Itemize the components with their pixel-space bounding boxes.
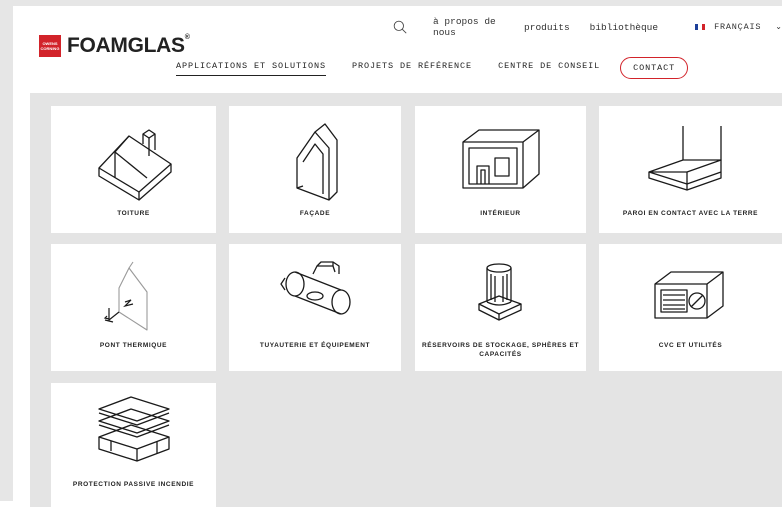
french-flag-icon: [695, 24, 706, 30]
thermal-bridge-icon: [103, 261, 148, 331]
tile-label: FAÇADE: [299, 210, 331, 217]
products-link[interactable]: produits: [524, 22, 570, 33]
piping-icon: [280, 261, 351, 315]
contact-button[interactable]: CONTACT: [620, 57, 689, 79]
owens-corning-badge: OWENS CORNING: [39, 35, 61, 57]
tile-label: PAROI EN CONTACT AVEC LA TERRE: [622, 210, 759, 217]
nav-advice-center[interactable]: CENTRE DE CONSEIL: [498, 61, 600, 75]
chevron-down-icon: ⌄: [775, 23, 782, 32]
facade-icon: [296, 123, 338, 201]
roof-icon: [98, 129, 172, 201]
search-icon[interactable]: [393, 18, 407, 36]
nav-references[interactable]: PROJETS DE RÉFÉRENCE: [352, 61, 472, 75]
tile-label: TOITURE: [117, 210, 150, 217]
tile-label: INTÉRIEUR: [480, 210, 521, 217]
tile-label: PROTECTION PASSIVE INCENDIE: [72, 481, 195, 488]
language-label: FRANÇAIS: [714, 22, 762, 32]
tile-facade[interactable]: FAÇADE: [229, 106, 401, 233]
tile-interior[interactable]: INTÉRIEUR: [415, 106, 586, 233]
ground-wall-icon: [648, 126, 722, 191]
fire-protection-icon: [98, 396, 170, 462]
tile-label: RÉSERVOIRS DE STOCKAGE, SPHÈRES ET CAPAC…: [421, 342, 580, 358]
main-nav: APPLICATIONS ET SOLUTIONS PROJETS DE RÉF…: [176, 57, 689, 79]
utility-nav: à propos de nous produits bibliothèque F…: [393, 16, 782, 38]
tile-storage-tanks[interactable]: RÉSERVOIRS DE STOCKAGE, SPHÈRES ET CAPAC…: [415, 244, 586, 371]
tile-hvac[interactable]: CVC ET UTILITÉS: [599, 244, 782, 371]
library-link[interactable]: bibliothèque: [590, 22, 658, 33]
tile-thermal-bridge[interactable]: PONT THERMIQUE: [51, 244, 216, 371]
interior-icon: [462, 129, 540, 189]
storage-tank-icon: [478, 263, 522, 321]
tile-piping[interactable]: TUYAUTERIE ET ÉQUIPEMENT: [229, 244, 401, 371]
nav-applications[interactable]: APPLICATIONS ET SOLUTIONS: [176, 61, 327, 76]
tile-label: TUYAUTERIE ET ÉQUIPEMENT: [259, 342, 371, 349]
language-selector[interactable]: FRANÇAIS ⌄: [695, 22, 782, 32]
tile-label: CVC ET UTILITÉS: [658, 342, 723, 349]
tile-label: PONT THERMIQUE: [99, 342, 168, 349]
brand-name: FOAMGLAS®: [67, 34, 190, 57]
applications-grid: TOITURE FAÇADE INTÉRIEUR PAROI EN CONTAC…: [30, 93, 782, 507]
window-frame-left: [0, 0, 13, 501]
about-link[interactable]: à propos de nous: [433, 16, 504, 38]
foamglas-logo[interactable]: OWENS CORNING FOAMGLAS®: [39, 34, 190, 58]
tile-fire-protection[interactable]: PROTECTION PASSIVE INCENDIE: [51, 383, 216, 507]
tile-ground-wall[interactable]: PAROI EN CONTACT AVEC LA TERRE: [599, 106, 782, 233]
hvac-icon: [654, 271, 724, 319]
tile-roof[interactable]: TOITURE: [51, 106, 216, 233]
page: OWENS CORNING FOAMGLAS® à propos de nous…: [13, 6, 782, 507]
